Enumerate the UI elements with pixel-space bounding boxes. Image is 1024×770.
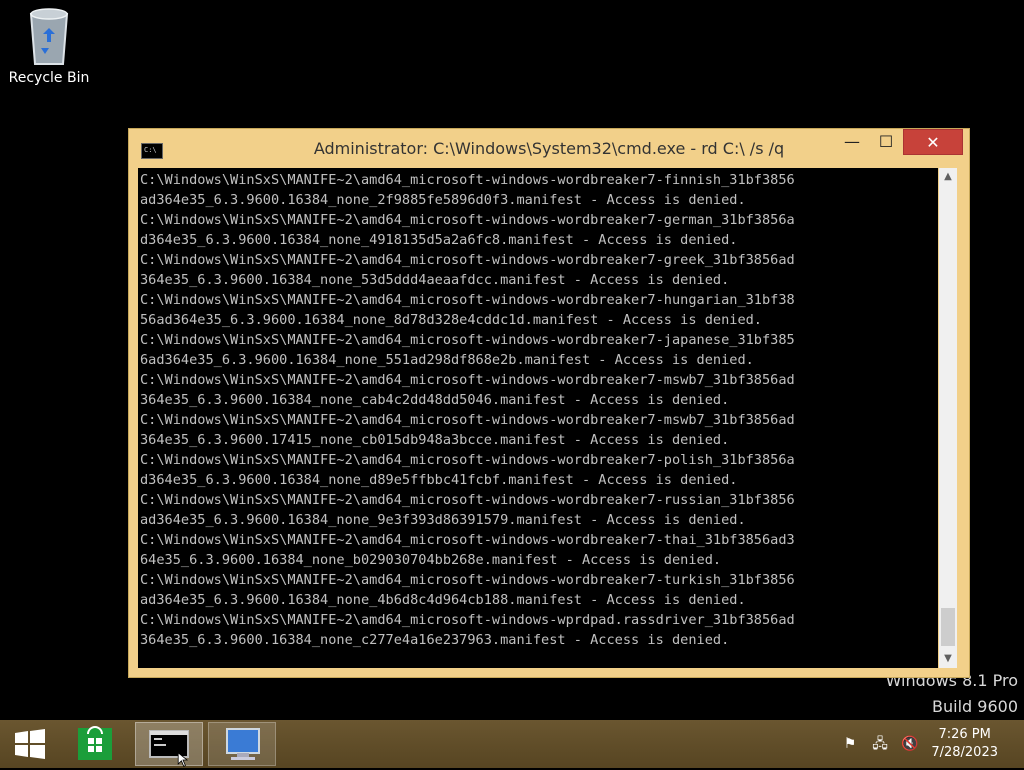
- store-taskbar-button[interactable]: [62, 722, 130, 766]
- console-line: 364e35_6.3.9600.16384_none_cab4c2dd48dd5…: [140, 392, 730, 408]
- recycle-bin-label: Recycle Bin: [8, 70, 90, 86]
- console-line: d364e35_6.3.9600.16384_none_4918135d5a2a…: [140, 232, 738, 248]
- clock-date: 7/28/2023: [931, 745, 998, 760]
- cmd-taskbar-button[interactable]: [135, 722, 203, 766]
- maximize-button[interactable]: ☐: [871, 129, 901, 155]
- mouse-cursor-icon: [177, 752, 189, 767]
- console-line: C:\Windows\WinSxS\MANIFE~2\amd64_microso…: [140, 372, 795, 388]
- console-line: C:\Windows\WinSxS\MANIFE~2\amd64_microso…: [140, 492, 795, 508]
- console-text: C:\Windows\WinSxS\MANIFE~2\amd64_microso…: [138, 168, 938, 652]
- recycle-bin-desktop-icon[interactable]: Recycle Bin: [8, 4, 90, 86]
- console-line: C:\Windows\WinSxS\MANIFE~2\amd64_microso…: [140, 612, 795, 628]
- volume-muted-icon[interactable]: 🔇: [900, 734, 920, 754]
- console-line: 364e35_6.3.9600.16384_none_53d5ddd4aeaaf…: [140, 272, 730, 288]
- remote-desktop-taskbar-button[interactable]: [208, 722, 276, 766]
- console-line: d364e35_6.3.9600.16384_none_d89e5ffbbc41…: [140, 472, 738, 488]
- console-line: C:\Windows\WinSxS\MANIFE~2\amd64_microso…: [140, 172, 795, 188]
- window-titlebar[interactable]: Administrator: C:\Windows\System32\cmd.e…: [129, 129, 969, 167]
- console-line: ad364e35_6.3.9600.16384_none_2f9885fe589…: [140, 192, 746, 208]
- console-line: ad364e35_6.3.9600.16384_none_4b6d8c4d964…: [140, 592, 746, 608]
- clock-time: 7:26 PM: [938, 727, 991, 742]
- scroll-down-arrow-icon[interactable]: ▼: [939, 650, 957, 668]
- console-line: C:\Windows\WinSxS\MANIFE~2\amd64_microso…: [140, 252, 795, 268]
- console-line: C:\Windows\WinSxS\MANIFE~2\amd64_microso…: [140, 572, 795, 588]
- console-line: 364e35_6.3.9600.17415_none_cb015db948a3b…: [140, 432, 730, 448]
- recycle-bin-icon: [23, 4, 75, 70]
- console-line: 56ad364e35_6.3.9600.16384_none_8d78d328e…: [140, 312, 762, 328]
- console-line: C:\Windows\WinSxS\MANIFE~2\amd64_microso…: [140, 532, 795, 548]
- console-line: C:\Windows\WinSxS\MANIFE~2\amd64_microso…: [140, 412, 795, 428]
- console-line: 6ad364e35_6.3.9600.16384_none_551ad298df…: [140, 352, 754, 368]
- console-output[interactable]: C:\Windows\WinSxS\MANIFE~2\amd64_microso…: [138, 168, 938, 668]
- cmd-window[interactable]: Administrator: C:\Windows\System32\cmd.e…: [128, 128, 970, 678]
- console-line: C:\Windows\WinSxS\MANIFE~2\amd64_microso…: [140, 452, 795, 468]
- windows-logo-icon: [15, 729, 45, 759]
- taskbar-clock[interactable]: 7:26 PM 7/28/2023: [931, 726, 998, 762]
- network-icon[interactable]: 🖧: [870, 734, 890, 754]
- console-line: ad364e35_6.3.9600.16384_none_9e3f393d863…: [140, 512, 746, 528]
- start-button[interactable]: [0, 722, 68, 766]
- vertical-scrollbar[interactable]: ▲ ▼: [939, 168, 957, 668]
- scroll-thumb[interactable]: [941, 608, 955, 646]
- console-line: C:\Windows\WinSxS\MANIFE~2\amd64_microso…: [140, 332, 795, 348]
- console-line: C:\Windows\WinSxS\MANIFE~2\amd64_microso…: [140, 292, 795, 308]
- taskbar: ⚑ 🖧 🔇 7:26 PM 7/28/2023: [0, 720, 1024, 768]
- console-line: C:\Windows\WinSxS\MANIFE~2\amd64_microso…: [140, 212, 795, 228]
- scroll-up-arrow-icon[interactable]: ▲: [939, 168, 957, 186]
- watermark-build: Build 9600: [932, 697, 1018, 716]
- action-center-flag-icon[interactable]: ⚑: [840, 734, 860, 754]
- minimize-button[interactable]: —: [837, 129, 867, 155]
- close-button[interactable]: ✕: [903, 129, 963, 155]
- command-prompt-icon: [149, 730, 189, 758]
- store-icon: [78, 726, 112, 760]
- console-line: 364e35_6.3.9600.16384_none_c277e4a16e237…: [140, 632, 730, 648]
- console-line: 64e35_6.3.9600.16384_none_b029030704bb26…: [140, 552, 722, 568]
- remote-desktop-icon: [226, 728, 260, 760]
